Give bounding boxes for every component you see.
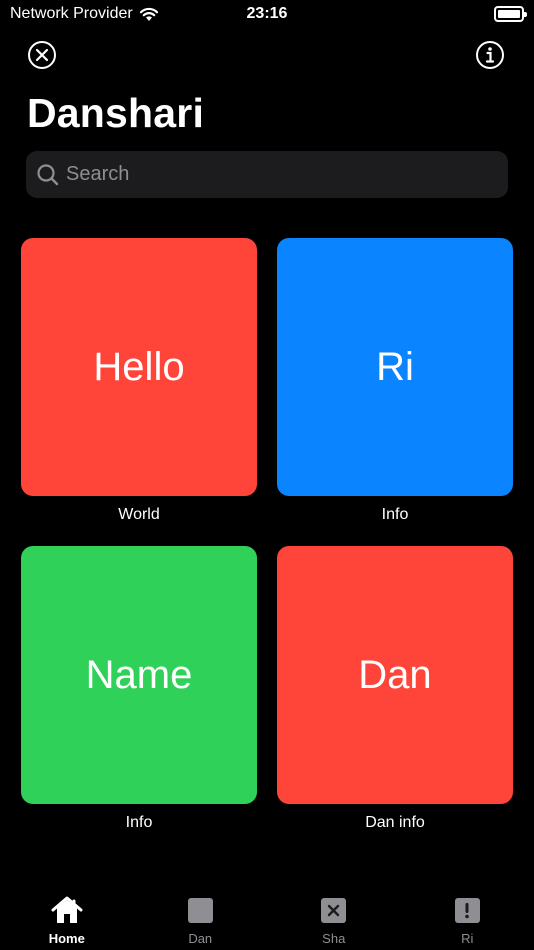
tab-bar: Home Dan Sha Ri	[0, 885, 534, 950]
search-icon	[37, 163, 59, 185]
xmark-square-icon	[317, 893, 351, 927]
exclamation-square-icon	[450, 893, 484, 927]
search-input[interactable]	[66, 163, 486, 186]
status-bar: Network Provider 23:16	[0, 0, 534, 30]
house-icon	[50, 893, 84, 927]
info-icon	[476, 41, 504, 69]
tile-card[interactable]: Name Info	[21, 546, 257, 832]
tab-label: Ri	[461, 931, 474, 946]
tile-label: Name	[85, 652, 193, 697]
close-button[interactable]	[27, 40, 57, 70]
tab-label: Sha	[322, 931, 346, 946]
square-icon	[183, 893, 217, 927]
tile[interactable]: Ri	[277, 238, 513, 496]
tile-card[interactable]: Dan Dan info	[277, 546, 513, 832]
tab-sha[interactable]: Sha	[267, 885, 401, 950]
tile-caption: World	[118, 506, 160, 523]
tile[interactable]: Name	[21, 546, 257, 804]
tile-caption: Info	[381, 506, 409, 523]
tab-home[interactable]: Home	[0, 885, 134, 950]
tile-label: Dan	[358, 652, 432, 697]
tile[interactable]: Dan	[277, 546, 513, 804]
search-bar[interactable]	[26, 151, 508, 198]
tile-label: Ri	[376, 344, 414, 389]
app-screen: Network Provider 23:16 Danshari Search H…	[0, 0, 534, 950]
info-button[interactable]	[475, 40, 505, 70]
tile-caption: Info	[125, 814, 153, 831]
tab-ri[interactable]: Ri	[401, 885, 534, 950]
close-icon	[28, 41, 56, 69]
status-time: 23:16	[246, 5, 288, 22]
tab-label: Dan	[188, 931, 213, 946]
battery-icon	[494, 6, 527, 22]
tile-label: Hello	[93, 344, 185, 389]
tab-dan[interactable]: Dan	[134, 885, 268, 950]
page-title: Danshari	[27, 90, 205, 136]
tile-caption: Dan info	[365, 814, 425, 831]
tab-label: Home	[48, 931, 85, 946]
tile-card[interactable]: Ri Info	[277, 238, 513, 524]
battery-level	[498, 10, 520, 18]
tile-card[interactable]: Hello World	[21, 238, 257, 524]
tile[interactable]: Hello	[21, 238, 257, 496]
